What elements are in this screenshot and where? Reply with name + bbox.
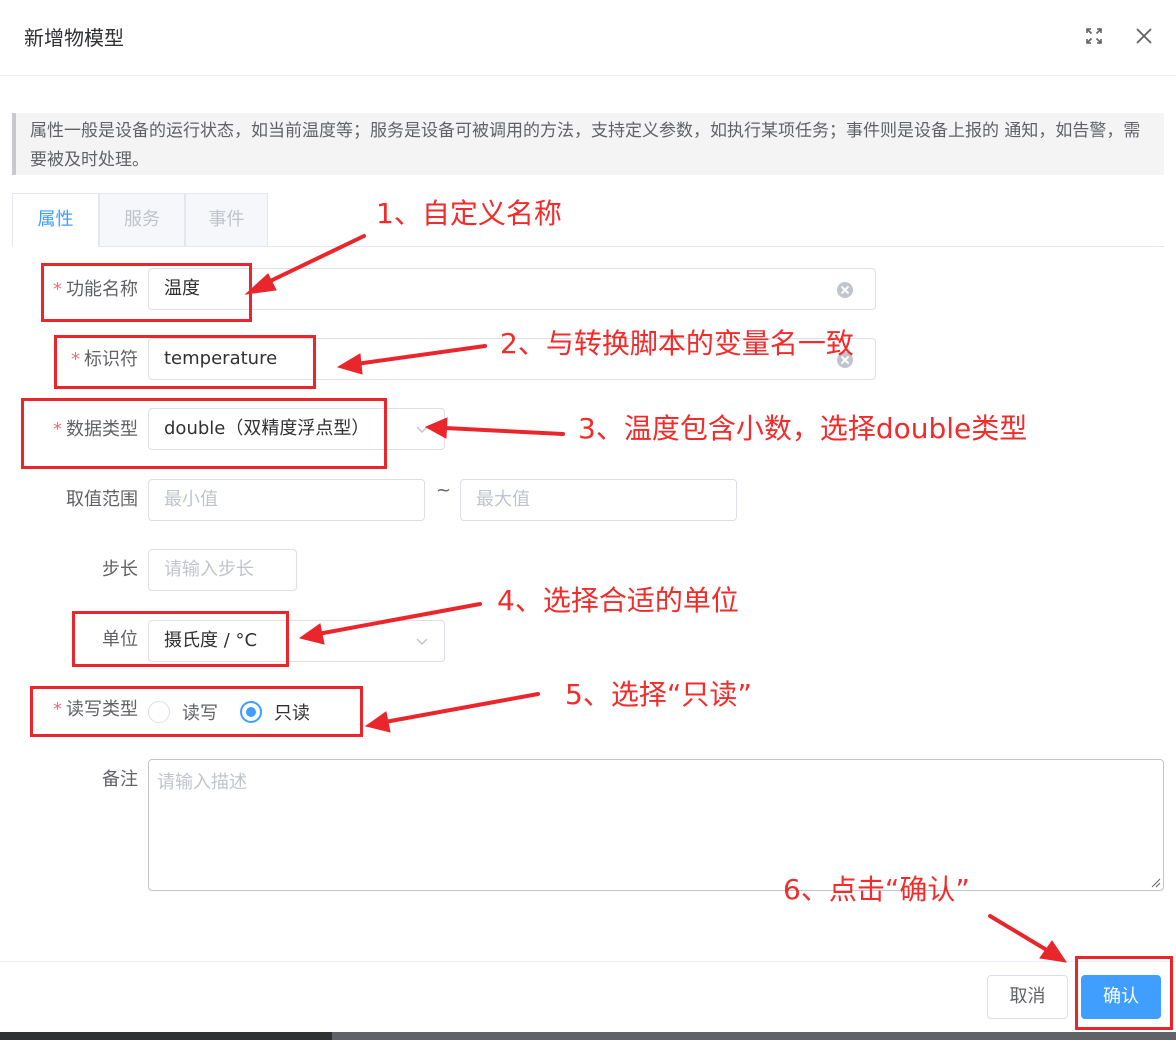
- annotation-box-identifier: [54, 335, 316, 389]
- range-max-input[interactable]: 最大值: [460, 479, 737, 521]
- annotation-step-2: 2、与转换脚本的变量名一致: [500, 327, 854, 360]
- tab-service[interactable]: 服务: [99, 193, 185, 247]
- cancel-button[interactable]: 取消: [987, 975, 1068, 1019]
- dialog-header: 新增物模型: [0, 0, 1176, 76]
- remark-placeholder: 请输入描述: [157, 772, 247, 793]
- annotation-step-6: 6、点击“确认”: [783, 873, 970, 906]
- chevron-down-icon: [416, 426, 428, 434]
- range-min-placeholder: 最小值: [164, 489, 218, 510]
- step-input[interactable]: 请输入步长: [148, 549, 297, 591]
- range-separator: ~: [436, 480, 452, 501]
- tabs: 属性 服务 事件: [12, 193, 1164, 247]
- annotation-box-data-type: [21, 398, 387, 469]
- tab-property[interactable]: 属性: [12, 193, 99, 247]
- annotation-step-5: 5、选择“只读”: [565, 678, 752, 711]
- annotation-step-1: 1、自定义名称: [376, 197, 562, 230]
- remark-label: 备注: [102, 769, 138, 790]
- annotation-step-3: 3、温度包含小数，选择double类型: [578, 412, 1028, 445]
- range-max-placeholder: 最大值: [476, 489, 530, 510]
- step-label: 步长: [102, 559, 138, 580]
- range-label: 取值范围: [66, 489, 138, 510]
- add-thing-model-dialog: 新增物模型 属性一般是设备的运行状态，如当前温度等；服务是设备可被调用的方法，支…: [0, 0, 1176, 1032]
- clear-icon[interactable]: [837, 282, 853, 298]
- annotation-box-unit: [72, 611, 289, 667]
- annotation-box-rw-type: [30, 686, 363, 737]
- chevron-down-icon: [416, 638, 428, 646]
- remark-textarea[interactable]: 请输入描述: [148, 759, 1164, 891]
- step-placeholder: 请输入步长: [164, 559, 254, 580]
- resize-handle-icon[interactable]: [1149, 876, 1161, 888]
- annotation-box-confirm: [1075, 956, 1173, 1030]
- footer-divider: [0, 961, 1176, 962]
- range-min-input[interactable]: 最小值: [148, 479, 425, 521]
- annotation-box-name: [41, 263, 252, 322]
- tab-event[interactable]: 事件: [185, 193, 268, 247]
- dialog-title: 新增物模型: [24, 26, 124, 50]
- bottom-scrollbar-thumb: [0, 1032, 332, 1040]
- name-input[interactable]: 温度: [148, 268, 876, 310]
- info-tip: 属性一般是设备的运行状态，如当前温度等；服务是设备可被调用的方法，支持定义参数，…: [12, 113, 1164, 175]
- close-icon[interactable]: [1133, 24, 1155, 48]
- annotation-step-4: 4、选择合适的单位: [497, 584, 739, 617]
- fullscreen-icon[interactable]: [1083, 24, 1105, 48]
